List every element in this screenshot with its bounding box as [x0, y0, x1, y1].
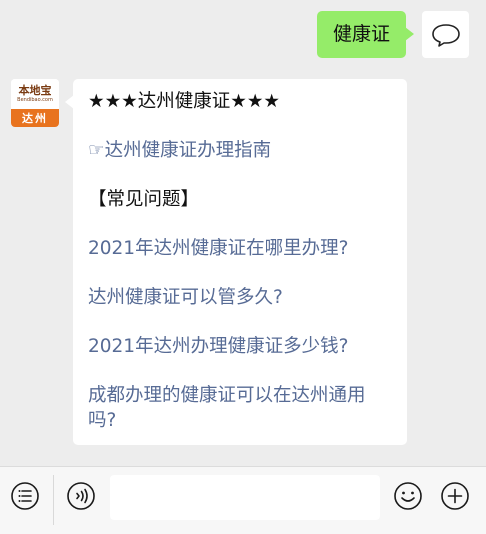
message-input[interactable] [110, 475, 380, 520]
user-avatar[interactable] [422, 11, 469, 58]
bendibao-logo: 本地宝 Bendibao.com [11, 79, 59, 109]
speech-bubble-icon [431, 23, 460, 47]
outgoing-message-row: 健康证 [316, 11, 469, 58]
outgoing-message-bubble[interactable]: 健康证 [316, 11, 415, 58]
guide-link[interactable]: ☞达州健康证办理指南 [88, 138, 393, 163]
voice-icon[interactable] [66, 481, 96, 511]
message-title: ★★★达州健康证★★★ [88, 91, 281, 112]
faq-link-chengdu[interactable]: 成都办理的健康证可以在达州通用吗? [88, 383, 393, 433]
faq-heading: 【常见问题】 [88, 189, 200, 210]
faq-link-duration[interactable]: 达州健康证可以管多久? [88, 285, 393, 310]
incoming-message-bubble: ★★★达州健康证★★★ ☞达州健康证办理指南 【常见问题】 2021年达州健康证… [65, 79, 407, 445]
faq-link-cost[interactable]: 2021年达州办理健康证多少钱? [88, 334, 393, 359]
logo-city-label: 达州 [11, 109, 59, 127]
input-bar-divider [53, 475, 54, 525]
faq-link-where[interactable]: 2021年达州健康证在哪里办理? [88, 236, 393, 261]
bot-avatar[interactable]: 本地宝 Bendibao.com 达州 [11, 79, 59, 127]
incoming-message-row: 本地宝 Bendibao.com 达州 ★★★达州健康证★★★ ☞达州健康证办理… [11, 79, 407, 445]
logo-sub-text: Bendibao.com [17, 97, 53, 103]
emoji-icon[interactable] [393, 481, 423, 511]
input-bar [0, 466, 486, 534]
plus-icon[interactable] [440, 481, 470, 511]
menu-list-icon[interactable] [10, 481, 40, 511]
chat-area: 健康证 本地宝 Bendibao.com 达州 ★★★达州健康证★★★ ☞达州健… [0, 0, 486, 466]
logo-main-text: 本地宝 [18, 84, 52, 97]
